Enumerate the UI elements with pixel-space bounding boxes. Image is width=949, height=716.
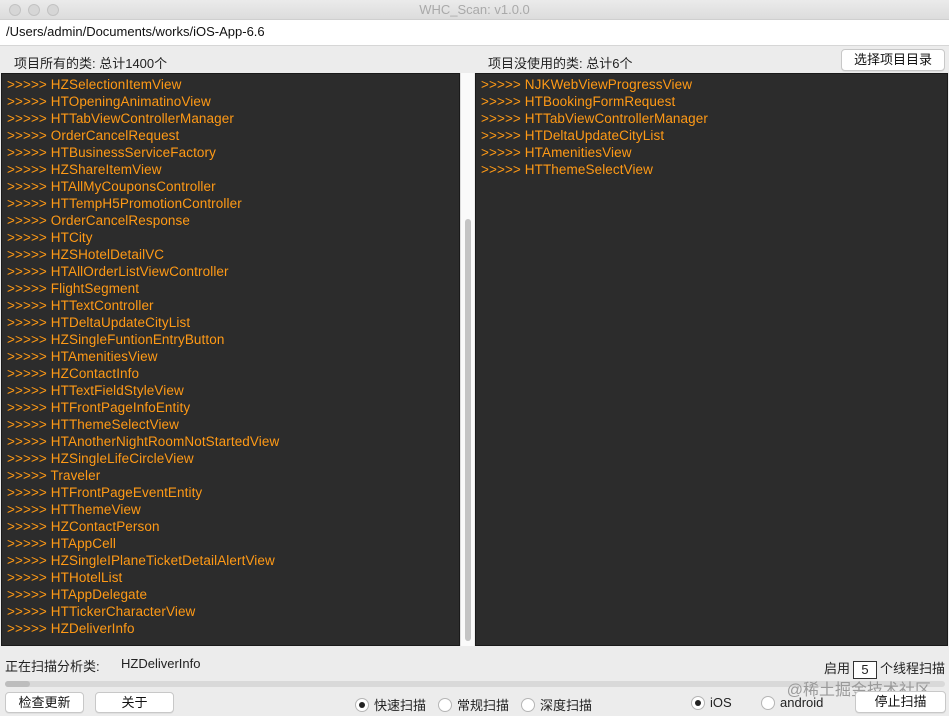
check-update-button[interactable]: 检查更新	[5, 692, 84, 713]
all-classes-list[interactable]: >>>>> HZSelectionItemView >>>>> HTOpening…	[1, 73, 460, 646]
class-list-item[interactable]: >>>>> HTBusinessServiceFactory	[7, 144, 459, 161]
class-list-item[interactable]: >>>>> HTBookingFormRequest	[481, 93, 947, 110]
radio-label: android	[780, 695, 824, 710]
platform-android-radio[interactable]: android	[761, 695, 823, 710]
radio-indicator	[355, 697, 369, 712]
unused-classes-list[interactable]: >>>>> NJKWebViewProgressView >>>>> HTBook…	[475, 73, 948, 646]
class-list-item[interactable]: >>>>> HTThemeSelectView	[7, 416, 459, 433]
class-list-item[interactable]: >>>>> HTTickerCharacterView	[7, 603, 459, 620]
class-list-item[interactable]: >>>>> HZSingleLifeCircleView	[7, 450, 459, 467]
choose-project-dir-button[interactable]: 选择项目目录	[841, 49, 945, 71]
scanning-label: 正在扫描分析类:	[5, 659, 100, 674]
bottom-toolbar: 检查更新 关于 快速扫描 常规扫描 深度扫描 iOS android 停止扫描	[0, 691, 949, 716]
class-list-item[interactable]: >>>>> OrderCancelResponse	[7, 212, 459, 229]
radio-indicator	[521, 697, 535, 712]
class-list-item[interactable]: >>>>> HTAppCell	[7, 535, 459, 552]
threads-prefix: 启用	[823, 661, 850, 676]
window-title: WHC_Scan: v1.0.0	[419, 2, 530, 17]
class-list-item[interactable]: >>>>> HTAllOrderListViewController	[7, 263, 459, 280]
class-list-item[interactable]: >>>>> HZShareItemView	[7, 161, 459, 178]
class-list-item[interactable]: >>>>> HZDeliverInfo	[7, 620, 459, 637]
class-list-item[interactable]: >>>>> HTTabViewControllerManager	[7, 110, 459, 127]
project-path-field[interactable]: /Users/admin/Documents/works/iOS-App-6.6	[0, 20, 949, 46]
class-list-item[interactable]: >>>>> OrderCancelRequest	[7, 127, 459, 144]
class-list-item[interactable]: >>>>> HTTempH5PromotionController	[7, 195, 459, 212]
class-list-item[interactable]: >>>>> HZSHotelDetailVC	[7, 246, 459, 263]
status-row: 正在扫描分析类: HZDeliverInfo 启用 5 个线程扫描	[0, 650, 949, 679]
radio-label: 常规扫描	[457, 698, 510, 713]
class-list-item[interactable]: >>>>> HTDeltaUpdateCityList	[7, 314, 459, 331]
scan-mode-normal-radio[interactable]: 常规扫描	[438, 695, 509, 714]
radio-indicator	[761, 695, 775, 710]
class-list-item[interactable]: >>>>> HTAppDelegate	[7, 586, 459, 603]
class-list-item[interactable]: >>>>> HTTextController	[7, 297, 459, 314]
scan-progress-fill	[5, 681, 31, 687]
class-list-item[interactable]: >>>>> HTAnotherNightRoomNotStartedView	[7, 433, 459, 450]
class-list-item[interactable]: >>>>> HZSelectionItemView	[7, 76, 459, 93]
threads-suffix: 个线程扫描	[879, 661, 945, 676]
class-list-item[interactable]: >>>>> HZContactInfo	[7, 365, 459, 382]
class-list-item[interactable]: >>>>> HTThemeView	[7, 501, 459, 518]
all-classes-count-label: 项目所有的类: 总计1400个	[14, 56, 168, 71]
class-list-item[interactable]: >>>>> HTTabViewControllerManager	[481, 110, 947, 127]
scroll-thumb[interactable]	[465, 219, 471, 641]
about-button[interactable]: 关于	[95, 692, 174, 713]
class-list-item[interactable]: >>>>> HTOpeningAnimatinoView	[7, 93, 459, 110]
title-bar: WHC_Scan: v1.0.0	[0, 0, 949, 20]
stop-scan-button[interactable]: 停止扫描	[855, 691, 946, 713]
radio-indicator	[438, 697, 452, 712]
class-list-item[interactable]: >>>>> HZContactPerson	[7, 518, 459, 535]
class-list-item[interactable]: >>>>> FlightSegment	[7, 280, 459, 297]
scanning-class-value: HZDeliverInfo	[121, 656, 201, 671]
class-list-item[interactable]: >>>>> HTTextFieldStyleView	[7, 382, 459, 399]
header-row: 项目所有的类: 总计1400个 项目没使用的类: 总计6个 选择项目目录	[0, 49, 949, 73]
class-list-item[interactable]: >>>>> HTFrontPageInfoEntity	[7, 399, 459, 416]
class-list-item[interactable]: >>>>> HTHotelList	[7, 569, 459, 586]
all-classes-scrollbar[interactable]	[460, 73, 474, 646]
class-list-item[interactable]: >>>>> HTAmenitiesView	[481, 144, 947, 161]
class-list-item[interactable]: >>>>> HTThemeSelectView	[481, 161, 947, 178]
unused-classes-count-label: 项目没使用的类: 总计6个	[488, 56, 633, 71]
radio-indicator	[691, 695, 705, 710]
radio-label: 快速扫描	[374, 698, 427, 713]
class-list-item[interactable]: >>>>> HTFrontPageEventEntity	[7, 484, 459, 501]
class-list-item[interactable]: >>>>> HZSingleFuntionEntryButton	[7, 331, 459, 348]
class-list-item[interactable]: >>>>> Traveler	[7, 467, 459, 484]
class-list-item[interactable]: >>>>> HTAmenitiesView	[7, 348, 459, 365]
class-list-item[interactable]: >>>>> HTDeltaUpdateCityList	[481, 127, 947, 144]
class-list-item[interactable]: >>>>> HTCity	[7, 229, 459, 246]
scan-mode-quick-radio[interactable]: 快速扫描	[355, 695, 426, 714]
class-list-item[interactable]: >>>>> HTAllMyCouponsController	[7, 178, 459, 195]
class-list-item[interactable]: >>>>> HZSingleIPlaneTicketDetailAlertVie…	[7, 552, 459, 569]
class-list-item[interactable]: >>>>> NJKWebViewProgressView	[481, 76, 947, 93]
platform-ios-radio[interactable]: iOS	[691, 695, 732, 710]
radio-label: 深度扫描	[540, 698, 593, 713]
scan-mode-deep-radio[interactable]: 深度扫描	[521, 695, 592, 714]
radio-label: iOS	[710, 695, 732, 710]
